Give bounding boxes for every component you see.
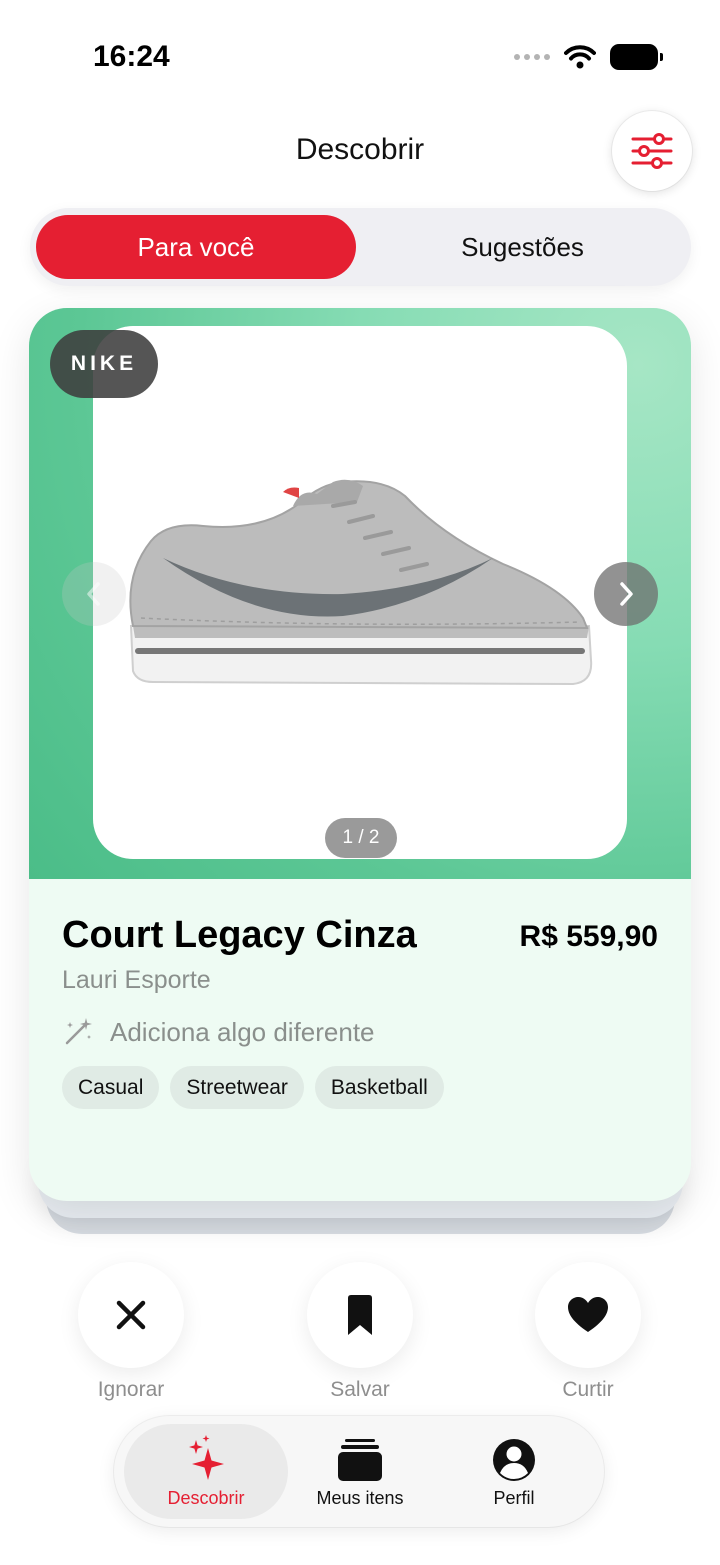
tab-para-voce[interactable]: Para você — [36, 215, 356, 279]
tag-chip: Basketball — [314, 1066, 444, 1109]
tag-chip: Streetwear — [170, 1066, 304, 1109]
sparkles-icon — [189, 1435, 224, 1480]
product-price: R$ 559,90 — [519, 920, 658, 953]
tab-meus-itens[interactable]: Meus itens — [294, 1416, 426, 1527]
tab-meus-itens-label: Meus itens — [316, 1488, 404, 1508]
segmented-control: Para você Sugestões — [30, 208, 691, 286]
save-label: Salvar — [330, 1378, 390, 1401]
sneaker-image — [129, 479, 593, 686]
magic-wand-icon — [65, 1018, 92, 1045]
product-insight: Adiciona algo diferente — [62, 1016, 375, 1048]
tab-bar: Descobrir Meus itens Perfil — [114, 1416, 604, 1527]
bookmark-icon — [348, 1295, 372, 1335]
close-icon — [116, 1300, 146, 1330]
chevron-right-icon — [620, 582, 633, 606]
product-image — [93, 326, 627, 859]
ignore-action: Ignorar — [78, 1262, 184, 1402]
tab-descobrir[interactable]: Descobrir — [124, 1416, 288, 1527]
tab-perfil-label: Perfil — [493, 1488, 535, 1508]
tab-perfil[interactable]: Perfil — [454, 1416, 574, 1527]
card-image-area: NIKE 1 / 2 — [29, 308, 691, 879]
ignore-button[interactable] — [78, 1262, 184, 1368]
save-action: Salvar — [307, 1262, 413, 1402]
save-button[interactable] — [307, 1262, 413, 1368]
brand-badge: NIKE — [50, 330, 158, 398]
product-name: Court Legacy Cinza — [62, 914, 417, 956]
ignore-label: Ignorar — [97, 1378, 165, 1401]
filter-sliders-icon — [631, 133, 673, 169]
next-image-button[interactable] — [594, 562, 658, 626]
filter-button[interactable] — [612, 111, 692, 191]
like-button[interactable] — [535, 1262, 641, 1368]
tab-sugestoes[interactable]: Sugestões — [360, 215, 685, 279]
previous-image-button[interactable] — [62, 562, 126, 626]
insight-text: Adiciona algo diferente — [110, 1016, 375, 1047]
product-card[interactable]: NIKE 1 / 2 Court Legacy Cinza R$ 559,90 … — [29, 308, 691, 1201]
stack-icon — [338, 1439, 382, 1481]
tag-list: Casual Streetwear Basketball — [62, 1066, 444, 1109]
signal-dots-icon — [514, 54, 550, 60]
tab-descobrir-label: Descobrir — [167, 1488, 245, 1508]
like-action: Curtir — [535, 1262, 641, 1402]
heart-icon — [568, 1297, 608, 1332]
image-page-indicator: 1 / 2 — [325, 818, 397, 858]
tag-chip: Casual — [62, 1066, 160, 1109]
status-icons — [514, 44, 663, 70]
person-icon — [493, 1439, 535, 1481]
like-label: Curtir — [562, 1378, 614, 1401]
wifi-icon — [564, 45, 596, 69]
status-time: 16:24 — [93, 40, 170, 73]
battery-icon — [610, 44, 663, 70]
store-name: Lauri Esporte — [62, 966, 211, 994]
chevron-left-icon — [87, 582, 100, 606]
